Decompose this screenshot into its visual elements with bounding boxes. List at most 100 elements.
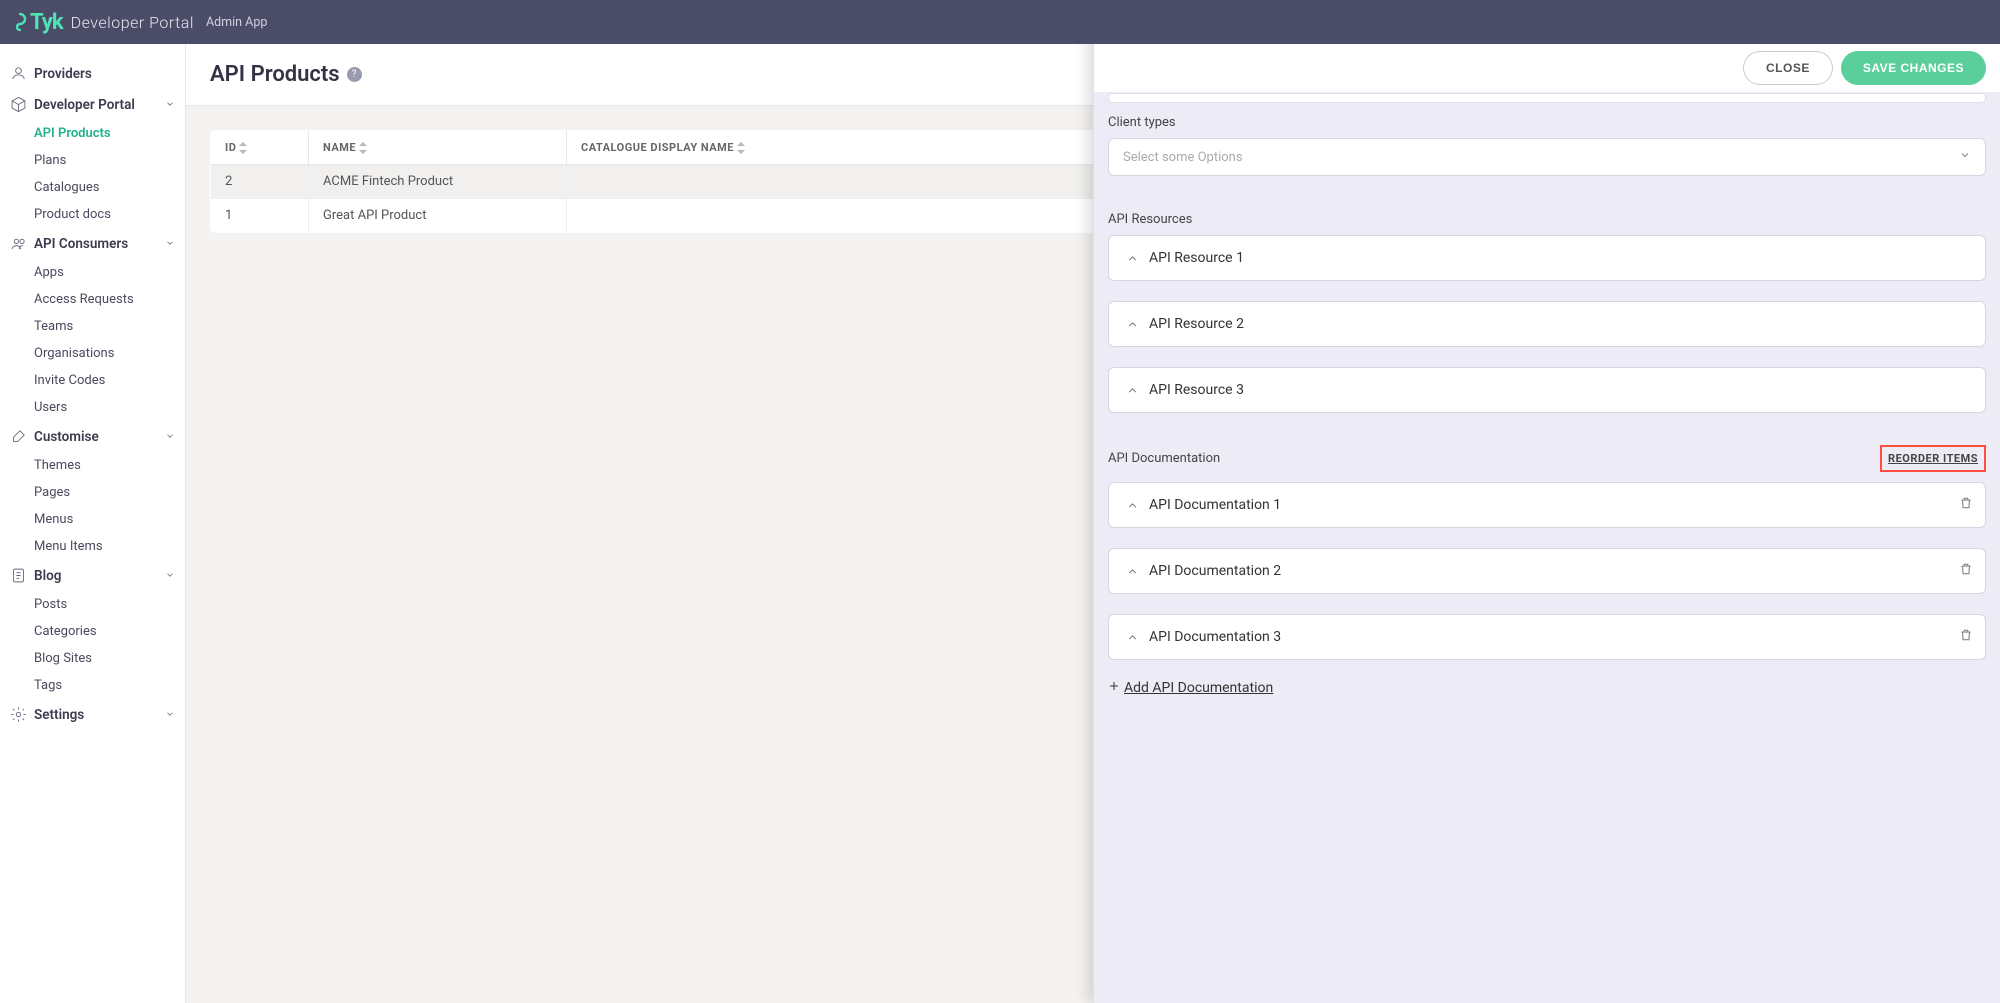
sidebar-item-blog[interactable]: Blog <box>0 560 185 591</box>
chevron-down-icon <box>165 236 175 252</box>
chevron-up-icon[interactable] <box>1125 564 1139 578</box>
sidebar-sub-tags[interactable]: Tags <box>0 672 185 699</box>
sidebar-item-api-consumers[interactable]: API Consumers <box>0 228 185 259</box>
chevron-up-icon[interactable] <box>1125 317 1139 331</box>
gear-icon <box>10 706 27 723</box>
sidebar-sub-menu-items[interactable]: Menu Items <box>0 533 185 560</box>
card-title: API Documentation 1 <box>1149 497 1969 513</box>
sidebar-sub-apps[interactable]: Apps <box>0 259 185 286</box>
chevron-down-icon <box>165 429 175 445</box>
add-api-doc-link[interactable]: Add API Documentation <box>1108 680 1986 696</box>
label: Settings <box>34 707 84 723</box>
api-doc-card[interactable]: API Documentation 1 <box>1108 482 1986 528</box>
label: Developer Portal <box>34 97 135 113</box>
col-catalogue-label: CATALOGUE DISPLAY NAME <box>581 141 734 154</box>
col-name-label: NAME <box>323 141 356 154</box>
col-id-label: ID <box>225 141 236 154</box>
chevron-up-icon[interactable] <box>1125 383 1139 397</box>
chevron-up-icon[interactable] <box>1125 630 1139 644</box>
trash-icon[interactable] <box>1959 561 1973 575</box>
edit-drawer: Edit API Products CLOSE SAVE CHANGES Cli… <box>1093 44 2000 1003</box>
card-title: API Documentation 3 <box>1149 629 1969 645</box>
sidebar-item-developer-portal[interactable]: Developer Portal <box>0 89 185 120</box>
sidebar-sub-catalogues[interactable]: Catalogues <box>0 174 185 201</box>
sort-icon <box>737 142 745 154</box>
reorder-items-link[interactable]: REORDER ITEMS <box>1880 445 1986 472</box>
chevron-down-icon <box>165 568 175 584</box>
api-docs-label: API Documentation <box>1108 451 1220 466</box>
client-types-label: Client types <box>1108 115 1986 130</box>
api-resource-card[interactable]: API Resource 3 <box>1108 367 1986 413</box>
chevron-down-icon <box>165 707 175 723</box>
sidebar-sub-teams[interactable]: Teams <box>0 313 185 340</box>
sidebar-item-providers[interactable]: Providers <box>0 58 185 89</box>
cell-id: 1 <box>211 199 309 233</box>
partial-field <box>1108 93 1986 103</box>
help-icon[interactable]: ? <box>347 67 362 82</box>
chevron-up-icon[interactable] <box>1125 251 1139 265</box>
chevron-up-icon[interactable] <box>1125 498 1139 512</box>
sidebar-item-settings[interactable]: Settings <box>0 699 185 730</box>
save-changes-button[interactable]: SAVE CHANGES <box>1841 51 1986 85</box>
api-doc-card[interactable]: API Documentation 2 <box>1108 548 1986 594</box>
portal-label: Developer Portal <box>71 13 194 32</box>
brush-icon <box>10 428 27 445</box>
col-name[interactable]: NAME <box>309 131 567 165</box>
cell-id: 2 <box>211 165 309 199</box>
close-button[interactable]: CLOSE <box>1743 51 1833 85</box>
chevron-down-icon <box>1959 149 1971 165</box>
trash-icon[interactable] <box>1959 627 1973 641</box>
col-id[interactable]: ID <box>211 131 309 165</box>
label: Customise <box>34 429 99 445</box>
content-area: API Products ? ID NAME CATALOGUE DISPLAY… <box>186 44 2000 1003</box>
api-doc-card[interactable]: API Documentation 3 <box>1108 614 1986 660</box>
sidebar-sub-product-docs[interactable]: Product docs <box>0 201 185 228</box>
sidebar-sub-access-requests[interactable]: Access Requests <box>0 286 185 313</box>
cell-name: Great API Product <box>309 199 567 233</box>
card-title: API Resource 2 <box>1149 316 1969 332</box>
card-title: API Documentation 2 <box>1149 563 1969 579</box>
plus-icon <box>1108 680 1120 696</box>
sidebar-sub-categories[interactable]: Categories <box>0 618 185 645</box>
sidebar-item-customise[interactable]: Customise <box>0 421 185 452</box>
cube-icon <box>10 96 27 113</box>
sidebar-sub-themes[interactable]: Themes <box>0 452 185 479</box>
logo-block: Tyk Developer Portal <box>16 10 194 35</box>
logo-mark: Tyk <box>16 10 63 35</box>
chevron-down-icon <box>165 97 175 113</box>
users-icon <box>10 235 27 252</box>
add-label: Add API Documentation <box>1124 680 1273 696</box>
drawer-action-bar: CLOSE SAVE CHANGES <box>1094 44 2000 93</box>
sidebar-sub-invite-codes[interactable]: Invite Codes <box>0 367 185 394</box>
sort-icon <box>239 142 247 154</box>
sidebar-sub-users[interactable]: Users <box>0 394 185 421</box>
api-resource-card[interactable]: API Resource 2 <box>1108 301 1986 347</box>
label: Blog <box>34 568 61 584</box>
sidebar-sub-posts[interactable]: Posts <box>0 591 185 618</box>
api-resource-card[interactable]: API Resource 1 <box>1108 235 1986 281</box>
drawer-body[interactable]: Client types Select some Options API Res… <box>1094 93 2000 1003</box>
sidebar-sub-menus[interactable]: Menus <box>0 506 185 533</box>
card-title: API Resource 3 <box>1149 382 1969 398</box>
sidebar-sub-plans[interactable]: Plans <box>0 147 185 174</box>
trash-icon[interactable] <box>1959 495 1973 509</box>
topbar: Tyk Developer Portal Admin App <box>0 0 2000 44</box>
api-resources-label: API Resources <box>1108 212 1986 227</box>
doc-icon <box>10 567 27 584</box>
swirl-icon <box>16 12 30 32</box>
admin-app-label: Admin App <box>206 15 267 30</box>
label: Providers <box>34 66 92 82</box>
sidebar-sub-blog-sites[interactable]: Blog Sites <box>0 645 185 672</box>
page-title: API Products <box>210 62 340 87</box>
placeholder: Select some Options <box>1123 150 1243 165</box>
sidebar-sub-api-products[interactable]: API Products <box>0 120 185 147</box>
user-icon <box>10 65 27 82</box>
sidebar: Providers Developer Portal API Products … <box>0 44 186 1003</box>
label: API Consumers <box>34 236 128 252</box>
sidebar-sub-organisations[interactable]: Organisations <box>0 340 185 367</box>
cell-name: ACME Fintech Product <box>309 165 567 199</box>
card-title: API Resource 1 <box>1149 250 1969 266</box>
client-types-select[interactable]: Select some Options <box>1108 138 1986 176</box>
sidebar-sub-pages[interactable]: Pages <box>0 479 185 506</box>
sort-icon <box>359 142 367 154</box>
